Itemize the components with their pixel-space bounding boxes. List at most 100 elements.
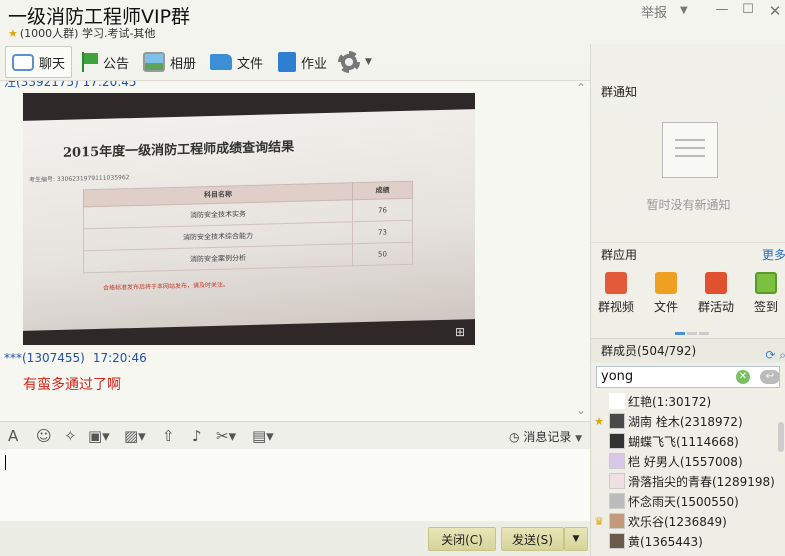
tab-chat[interactable]: 聊天 [5,46,73,78]
score-table: 科目名称 成绩 消防安全技术实务 76 消防安全技术综合能力 73 消防安全案例… [83,181,413,274]
shake-icon[interactable]: ♪ [192,427,202,445]
app-label: 群活动 [697,300,734,314]
avatar [609,413,625,429]
video-icon [605,272,627,294]
member-name: 桤 好男人(1557008) [628,454,743,469]
screen-title: 2015年度一级消防工程师成绩查询结果 [63,139,295,161]
member-name: 欢乐谷(1236849) [628,514,727,529]
member-item[interactable]: 滑落指尖的青春(1289198) [591,471,785,491]
apps-section-title: 群应用 [601,248,638,262]
minimize-button[interactable]: — [712,2,732,22]
clear-icon[interactable]: ✕ [736,370,750,384]
notice-section-title: 群通知 [601,85,638,99]
message-image[interactable]: 2015年度一级消防工程师成绩查询结果 考生编号: 33062319791110… [23,93,475,345]
flag-icon [705,272,727,294]
tab-file[interactable]: 文件 [210,46,263,78]
font-icon[interactable]: A [8,427,18,445]
tab-album[interactable]: 相册 [143,46,196,78]
avatar [609,393,625,409]
close-chat-button[interactable]: 关闭(C) [428,527,496,551]
gear-icon [338,51,360,73]
app-label: 签到 [753,300,778,314]
member-item[interactable]: 红艳(1:30172) [591,391,785,411]
photo-icon [143,52,165,72]
member-list-scrollbar[interactable] [778,422,784,452]
chevron-down-icon[interactable]: ⌄ [576,403,586,417]
chat-icon [12,53,34,71]
member-item[interactable]: 黄(1365443) [591,531,785,551]
chevron-down-icon: ▼ [575,434,583,444]
search-icon[interactable]: ⟳ ⌕ [765,343,785,367]
input-toolbar: A ☺ ✧ ▣▾ ▨▾ ⇧ ♪ ✂▾ ▤▾ ◷ 消息记录 ▼ [0,421,590,449]
table-header-score: 成绩 [352,181,413,200]
tab-notice[interactable]: 公告 [80,46,129,78]
close-button[interactable]: ✕ [765,2,785,22]
notice-empty-text: 暂时没有新通知 [646,198,731,212]
member-item[interactable]: ♛ 欢乐谷(1236849) [591,511,785,531]
emoji-icon[interactable]: ☺ [36,427,52,445]
member-item[interactable]: 桤 好男人(1557008) [591,451,785,471]
message-history-button[interactable]: ◷ 消息记录 ▼ [509,428,582,445]
app-label: 文件 [653,300,678,314]
return-icon[interactable]: ↩ [760,370,780,384]
member-name: 湖南 栓木(2318972) [628,414,743,429]
more-apps-link[interactable]: 更多 [762,243,785,267]
vip-icon[interactable]: ▣▾ [88,427,110,445]
message-input[interactable] [0,449,590,521]
star-icon: ★ [594,414,604,428]
avatar [609,453,625,469]
app-checkin[interactable]: 签到 [741,272,785,315]
screen-note: 合格标准发布后将于本网站发布，请及时关注。 [103,281,230,292]
more-icon[interactable]: ▤▾ [252,427,274,445]
flag-icon [80,52,98,72]
magic-icon[interactable]: ✧ [64,427,77,445]
screenshot-icon[interactable]: ✂▾ [216,427,236,445]
member-name: 蝴蝶飞飞(1114668) [628,434,739,449]
group-chat-window: 一级消防工程师VIP群 ★ (1000人群) 学习.考试-其他 举报 ▼ — ☐ … [0,0,785,556]
document-icon [278,52,296,72]
history-label: 消息记录 [523,430,572,444]
send-button[interactable]: 发送(S) [501,527,564,551]
avatar [609,493,625,509]
score-screen-photo: 2015年度一级消防工程师成绩查询结果 考生编号: 33062319791110… [23,109,475,331]
app-group-video[interactable]: 群视频 [591,272,641,315]
tab-homework-label: 作业 [301,56,328,72]
prev-message-sender[interactable]: 汪(3392175) 17:20:45 [4,81,137,90]
upload-icon[interactable]: ⇧ [162,427,175,445]
message-sender[interactable]: ***(1307455) 17:20:46 [4,351,147,365]
group-info: (1000人群) 学习.考试-其他 [19,27,156,40]
member-item[interactable]: ★ 湖南 栓木(2318972) [591,411,785,431]
checkmark-icon [755,272,777,294]
message-list[interactable]: 汪(3392175) 17:20:45 ⌃ 2015年度一级消防工程师成绩查询结… [0,80,590,421]
app-file[interactable]: 文件 [641,272,691,315]
bottom-bar: 关闭(C) 发送(S) ▼ [0,521,590,556]
expand-icon[interactable]: ⊞ [455,325,469,339]
screen-candidate-id: 考生编号: 3306231979111035962 [29,174,130,184]
chevron-up-icon[interactable]: ⌃ [576,81,586,95]
tab-notice-label: 公告 [103,56,130,72]
image-icon[interactable]: ▨▾ [124,427,146,445]
right-panel: 群通知 暂时没有新通知 群应用 更多 群视频 文件 群活动 签到 群成员(504… [590,44,785,556]
member-search-input[interactable]: yong [596,366,780,388]
tab-homework[interactable]: 作业 [278,46,327,78]
table-cell: 50 [352,242,413,266]
chevron-down-icon[interactable]: ▼ [680,5,688,25]
maximize-button[interactable]: ☐ [738,2,758,22]
text-cursor [5,455,6,470]
avatar [609,473,625,489]
app-group-activity[interactable]: 群活动 [691,272,741,315]
notice-board-icon [662,122,718,178]
table-cell: 73 [352,220,413,244]
page-indicator[interactable] [675,324,711,335]
report-button[interactable]: 举报 [641,2,667,22]
member-item[interactable]: 蝴蝶飞飞(1114668) [591,431,785,451]
chevron-down-icon: ▼ [365,57,372,67]
avatar [609,433,625,449]
settings-menu[interactable]: ▼ [338,46,372,78]
member-name: 红艳(1:30172) [628,394,712,409]
send-options-button[interactable]: ▼ [564,527,588,551]
sender-name[interactable]: ***(1307455) [4,351,85,365]
group-subtitle: ★ (1000人群) 学习.考试-其他 [8,25,155,41]
member-item[interactable]: 怀念雨天(1500550) [591,491,785,511]
avatar [609,533,625,549]
